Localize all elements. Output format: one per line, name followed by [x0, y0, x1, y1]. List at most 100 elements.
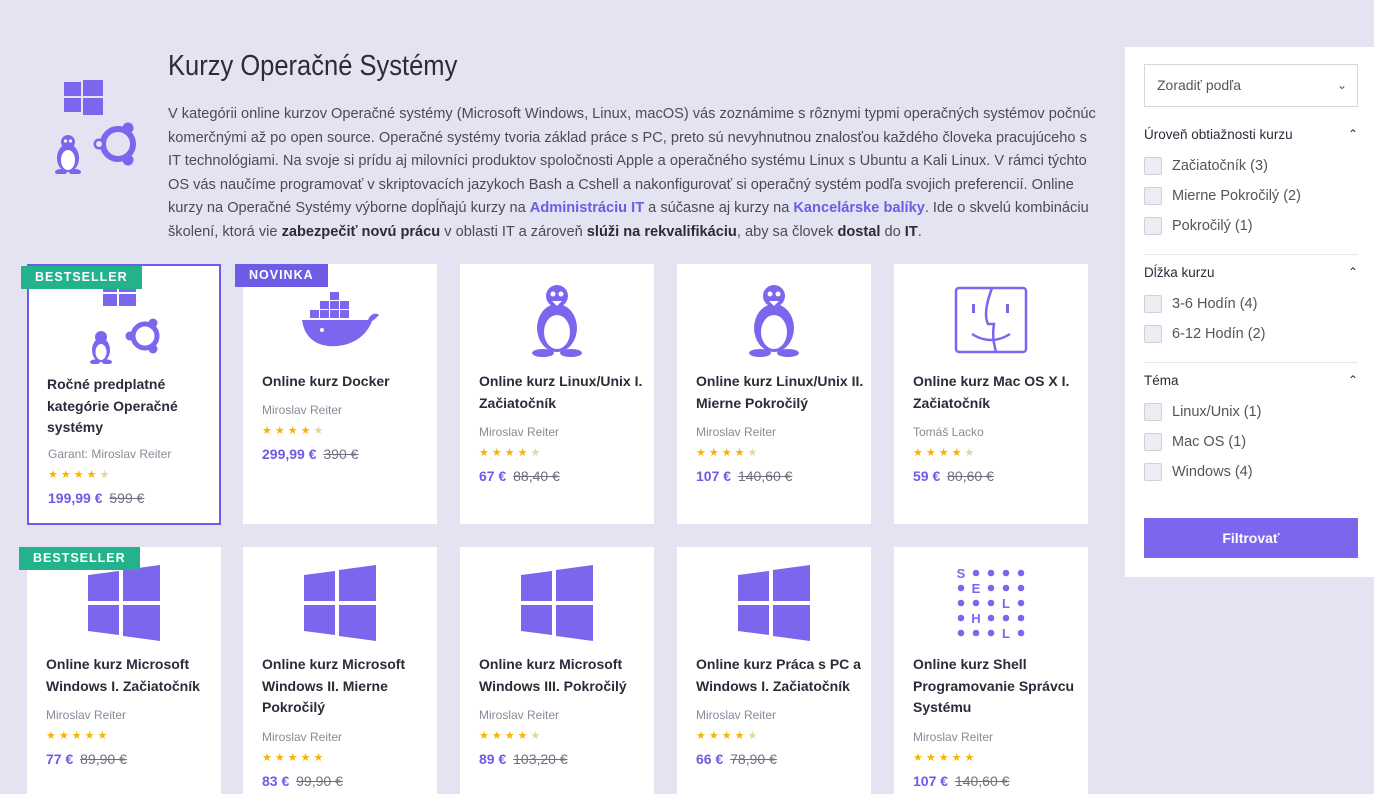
course-card[interactable]: Online kurz Linux/Unix I. Začiatočník Mir…	[460, 264, 654, 524]
course-author: Miroslav Reiter	[696, 425, 777, 439]
course-name[interactable]: Online kurz Mac OS X I. Začiatočník	[913, 371, 1081, 414]
filter-option[interactable]: Windows (4)	[1144, 463, 1358, 481]
course-name[interactable]: Ročné predplatné kategórie Operačné syst…	[47, 374, 215, 439]
chevron-up-icon: ⌃	[1347, 265, 1358, 279]
bestseller-badge: BESTSELLER	[21, 266, 142, 289]
svg-text:L: L	[1002, 626, 1010, 641]
checkbox[interactable]	[1144, 217, 1162, 235]
course-card[interactable]: Online kurz Linux/Unix II. Mierne Pokroč…	[677, 264, 871, 524]
star-icon: ★	[913, 447, 926, 459]
course-price: 107 € 140,60 €	[913, 773, 1010, 789]
course-name[interactable]: Online kurz Microsoft Windows I. Začiato…	[46, 654, 214, 697]
chevron-up-icon: ⌃	[1347, 127, 1358, 141]
old-price: 78,90 €	[730, 751, 777, 767]
star-icon: ★	[274, 425, 288, 437]
old-price: 89,90 €	[80, 751, 127, 767]
course-card[interactable]: NOVINKA Online kurz Docker Miroslav Reiter…	[235, 264, 437, 524]
course-card[interactable]: BESTSELLER Ročné predplatné kategórie Ope…	[21, 264, 221, 525]
filter-group: Úroveň obtiažnosti kurzu ⌃ Začiatočník (3)…	[1144, 127, 1358, 235]
course-author: Miroslav Reiter	[46, 708, 127, 722]
star-icon: ★	[517, 730, 531, 742]
course-card[interactable]: Online kurz Microsoft Windows III. Pokro…	[460, 547, 654, 794]
half-star-icon: ★	[964, 447, 978, 459]
course-author: Miroslav Reiter	[262, 730, 343, 744]
filter-option[interactable]: 6-12 Hodín (2)	[1144, 325, 1358, 343]
rating-stars: ★★★★★	[479, 446, 543, 459]
course-price: 83 € 99,90 €	[262, 773, 343, 789]
course-name[interactable]: Online kurz Linux/Unix II. Mierne Pokroč…	[696, 371, 864, 414]
rating-stars: ★★★★★	[262, 424, 326, 437]
course-author: Miroslav Reiter	[262, 403, 343, 417]
course-card[interactable]: Online kurz Mac OS X I. Začiatočník Tomáš…	[894, 264, 1088, 524]
star-icon: ★	[708, 447, 722, 459]
star-icon: ★	[696, 730, 709, 742]
os-category-icon	[40, 78, 144, 175]
star-icon: ★	[504, 447, 518, 459]
filter-group-header[interactable]: Úroveň obtiažnosti kurzu ⌃	[1144, 127, 1358, 145]
filter-option[interactable]: Pokročilý (1)	[1144, 217, 1358, 235]
link-administracia-it[interactable]: Administráciu IT	[530, 200, 644, 216]
course-card[interactable]: BESTSELLER Online kurz Microsoft Windows …	[19, 547, 221, 794]
course-card[interactable]: Online kurz Práca s PC a Windows I. Zači…	[677, 547, 871, 794]
star-icon: ★	[274, 752, 288, 764]
star-icon: ★	[925, 447, 939, 459]
sort-select[interactable]: Zoradiť podľa ⌄	[1144, 64, 1358, 107]
mac-finder-icon	[946, 278, 1036, 362]
star-icon: ★	[71, 730, 85, 742]
half-star-icon: ★	[530, 730, 544, 742]
filter-group-header[interactable]: Téma ⌃	[1144, 373, 1358, 391]
svg-text:L: L	[1002, 596, 1010, 611]
category-description: V kategórii online kurzov Operačné systé…	[168, 106, 1096, 240]
star-icon: ★	[708, 730, 722, 742]
star-icon: ★	[964, 752, 978, 764]
course-price: 299,99 € 390 €	[262, 446, 359, 462]
star-icon: ★	[913, 752, 926, 764]
old-price: 599 €	[109, 490, 145, 506]
star-icon: ★	[287, 425, 301, 437]
filter-group-header[interactable]: Dĺžka kurzu ⌃	[1144, 265, 1358, 283]
filter-button[interactable]: Filtrovať	[1144, 518, 1358, 558]
course-card[interactable]: S E L H L Online kurz Shell Programovanie Spr…	[894, 547, 1088, 794]
old-price: 80,60 €	[947, 468, 994, 484]
course-card[interactable]: Online kurz Microsoft Windows II. Mierne…	[243, 547, 437, 794]
filter-option[interactable]: Mac OS (1)	[1144, 433, 1358, 451]
checkbox[interactable]	[1144, 295, 1162, 313]
course-author: Miroslav Reiter	[696, 708, 777, 722]
rating-stars: ★★★★★	[48, 468, 112, 481]
star-icon: ★	[721, 730, 735, 742]
rating-stars: ★★★★★	[913, 446, 977, 459]
checkbox[interactable]	[1144, 157, 1162, 175]
checkbox[interactable]	[1144, 433, 1162, 451]
filter-option[interactable]: Linux/Unix (1)	[1144, 403, 1358, 421]
page-title: Kurzy Operačné Systémy	[168, 50, 458, 82]
chevron-up-icon: ⌃	[1347, 373, 1358, 387]
checkbox[interactable]	[1144, 187, 1162, 205]
course-author: Miroslav Reiter	[913, 730, 994, 744]
link-kancelarske-baliky[interactable]: Kancelárske balíky	[793, 200, 924, 216]
rating-stars: ★★★★★	[46, 729, 110, 742]
course-name[interactable]: Online kurz Linux/Unix I. Začiatočník	[479, 371, 647, 414]
checkbox[interactable]	[1144, 325, 1162, 343]
course-author: Miroslav Reiter	[479, 425, 560, 439]
course-name[interactable]: Online kurz Shell Programovanie Správcu …	[913, 654, 1081, 719]
course-name[interactable]: Online kurz Microsoft Windows III. Pokro…	[479, 654, 647, 697]
course-name[interactable]: Online kurz Microsoft Windows II. Mierne…	[262, 654, 430, 719]
filter-option[interactable]: 3-6 Hodín (4)	[1144, 295, 1358, 313]
course-price: 77 € 89,90 €	[46, 751, 127, 767]
star-icon: ★	[262, 752, 275, 764]
star-icon: ★	[86, 469, 100, 481]
star-icon: ★	[479, 447, 492, 459]
star-icon: ★	[46, 730, 59, 742]
rating-stars: ★★★★★	[262, 751, 326, 764]
course-author: Tomáš Lacko	[913, 425, 984, 439]
filter-option[interactable]: Mierne Pokročilý (2)	[1144, 187, 1358, 205]
rating-stars: ★★★★★	[696, 729, 760, 742]
new-badge: NOVINKA	[235, 264, 328, 287]
course-name[interactable]: Online kurz Docker	[262, 371, 430, 393]
checkbox[interactable]	[1144, 463, 1162, 481]
checkbox[interactable]	[1144, 403, 1162, 421]
linux-tux-icon	[512, 278, 602, 362]
course-name[interactable]: Online kurz Práca s PC a Windows I. Zači…	[696, 654, 864, 697]
old-price: 103,20 €	[513, 751, 568, 767]
filter-option[interactable]: Začiatočník (3)	[1144, 157, 1358, 175]
